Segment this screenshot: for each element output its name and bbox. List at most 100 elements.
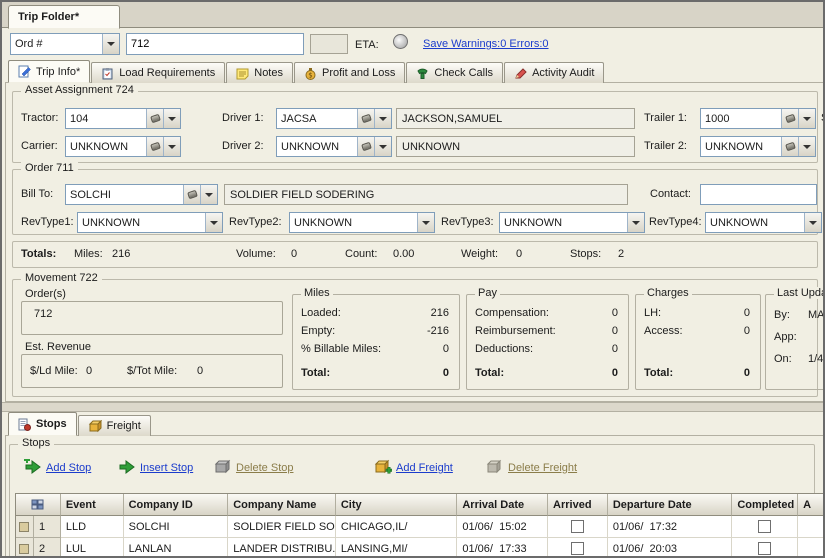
revtype4-combo[interactable]: UNKNOWN	[705, 212, 822, 233]
cell-company-id[interactable]: LANLAN	[124, 538, 229, 558]
order-number-input[interactable]	[126, 33, 304, 55]
completed-checkbox[interactable]	[758, 520, 771, 533]
last-update-panel: Last Update By: MATT App: On: 1/4/20	[765, 294, 825, 390]
col-header-completed[interactable]: Completed	[732, 494, 798, 516]
add-freight-link[interactable]: Add Freight	[396, 462, 453, 474]
row-selector-header[interactable]	[16, 494, 61, 516]
dropdown-arrow-icon[interactable]	[200, 185, 217, 204]
tractor-combo[interactable]: 104	[65, 108, 181, 129]
cell-departure-date[interactable]: 01/06/ 20:03	[608, 538, 733, 558]
trailer2-combo[interactable]: UNKNOWN	[700, 136, 816, 157]
row-label: Empty:	[301, 325, 335, 337]
cell-clipped[interactable]	[798, 538, 825, 558]
lookup-icon[interactable]	[146, 137, 163, 156]
col-header-city[interactable]: City	[336, 494, 458, 516]
lookup-icon[interactable]	[357, 109, 374, 128]
tab-load-requirements[interactable]: Load Requirements	[91, 62, 225, 83]
delete-stop-link[interactable]: Delete Stop	[236, 462, 293, 474]
tab-trip-info[interactable]: Trip Info*	[8, 60, 90, 83]
delete-freight-link[interactable]: Delete Freight	[508, 462, 577, 474]
cell-company-name[interactable]: SOLDIER FIELD SO...	[228, 516, 336, 538]
cell-event[interactable]: LUL	[61, 538, 124, 558]
dropdown-arrow-icon[interactable]	[798, 109, 815, 128]
doc-tab-trip-folder[interactable]: Trip Folder*	[8, 5, 120, 29]
row-number[interactable]: 2	[34, 538, 61, 558]
totals-label: Totals:	[21, 248, 56, 260]
save-warnings-link[interactable]: Save Warnings:0 Errors:0	[423, 38, 549, 50]
dropdown-arrow-icon[interactable]	[374, 137, 391, 156]
group-title: Asset Assignment 724	[21, 84, 138, 96]
panel-title: Miles	[301, 287, 333, 299]
row-indicator[interactable]	[16, 538, 34, 558]
lookup-icon[interactable]	[781, 109, 798, 128]
cell-city[interactable]: CHICAGO,IL/	[336, 516, 458, 538]
stop-row[interactable]: 2 LUL LANLAN LANDER DISTRIBU... LANSING,…	[16, 538, 825, 558]
cell-event[interactable]: LLD	[61, 516, 124, 538]
dropdown-arrow-icon[interactable]	[205, 213, 222, 232]
col-header-event[interactable]: Event	[61, 494, 124, 516]
contact-input[interactable]	[700, 184, 817, 205]
revtype2-combo[interactable]: UNKNOWN	[289, 212, 435, 233]
col-header-departure-date[interactable]: Departure Date	[608, 494, 733, 516]
dropdown-arrow-icon[interactable]	[417, 213, 434, 232]
stop-marker-icon	[19, 544, 29, 554]
completed-checkbox[interactable]	[758, 542, 771, 555]
stop-row[interactable]: 1 LLD SOLCHI SOLDIER FIELD SO... CHICAGO…	[16, 516, 825, 538]
revtype1-combo[interactable]: UNKNOWN	[77, 212, 223, 233]
col-header-company-id[interactable]: Company ID	[124, 494, 229, 516]
lookup-icon[interactable]	[781, 137, 798, 156]
cell-company-name[interactable]: LANDER DISTRIBU...	[228, 538, 336, 558]
dropdown-arrow-icon[interactable]	[102, 34, 119, 54]
totals-panel: Totals: Miles: 216 Volume: 0 Count: 0.00…	[12, 241, 818, 268]
trailer1-combo[interactable]: 1000	[700, 108, 816, 129]
arrived-checkbox[interactable]	[571, 520, 584, 533]
totals-weight-value: 0	[516, 248, 522, 260]
row-value: -216	[427, 325, 449, 337]
add-stop-link[interactable]: Add Stop	[46, 462, 91, 474]
col-header-arrived[interactable]: Arrived	[548, 494, 608, 516]
cell-company-id[interactable]: SOLCHI	[124, 516, 229, 538]
col-header-clipped[interactable]: A	[798, 494, 825, 516]
row-indicator[interactable]	[16, 516, 34, 538]
revtype3-label: RevType3:	[441, 216, 494, 228]
group-title: Order 711	[21, 162, 78, 174]
dropdown-arrow-icon[interactable]	[627, 213, 644, 232]
row-number[interactable]: 1	[34, 516, 61, 538]
dropdown-arrow-icon[interactable]	[163, 109, 180, 128]
revtype3-combo[interactable]: UNKNOWN	[499, 212, 645, 233]
lookup-icon[interactable]	[357, 137, 374, 156]
dropdown-arrow-icon[interactable]	[163, 137, 180, 156]
dropdown-arrow-icon[interactable]	[804, 213, 821, 232]
cell-arrival-date[interactable]: 01/06/ 15:02	[457, 516, 548, 538]
driver2-name: UNKNOWN	[402, 141, 460, 153]
col-header-arrival-date[interactable]: Arrival Date	[457, 494, 548, 516]
tab-activity-audit[interactable]: Activity Audit	[504, 62, 604, 83]
tab-profit-and-loss[interactable]: $ Profit and Loss	[294, 62, 405, 83]
lookup-icon[interactable]	[183, 185, 200, 204]
carrier-combo[interactable]: UNKNOWN	[65, 136, 181, 157]
order-number-combo[interactable]: Ord #	[10, 33, 120, 55]
insert-stop-link[interactable]: Insert Stop	[140, 462, 193, 474]
carrier-label: Carrier:	[21, 140, 58, 152]
driver1-combo[interactable]: JACSA	[276, 108, 392, 129]
dropdown-arrow-icon[interactable]	[374, 109, 391, 128]
cell-departure-date[interactable]: 01/06/ 17:32	[608, 516, 733, 538]
tab-notes[interactable]: Notes	[226, 62, 293, 83]
dropdown-arrow-icon[interactable]	[798, 137, 815, 156]
splitter-handle[interactable]	[2, 402, 823, 412]
arrived-checkbox[interactable]	[571, 542, 584, 555]
driver2-combo[interactable]: UNKNOWN	[276, 136, 392, 157]
row-label: % Billable Miles:	[301, 343, 381, 355]
cell-city[interactable]: LANSING,MI/	[336, 538, 458, 558]
tab-check-calls[interactable]: Check Calls	[406, 62, 503, 83]
col-header-company-name[interactable]: Company Name	[228, 494, 336, 516]
add-freight-icon	[374, 459, 392, 478]
cell-clipped[interactable]	[798, 516, 825, 538]
gold-cube-icon	[88, 420, 102, 433]
tab-freight[interactable]: Freight	[78, 415, 151, 436]
billto-combo[interactable]: SOLCHI	[65, 184, 218, 205]
lookup-icon[interactable]	[146, 109, 163, 128]
tab-stops[interactable]: Stops	[8, 412, 77, 436]
cell-arrival-date[interactable]: 01/06/ 17:33	[457, 538, 548, 558]
orders-box: 712	[21, 301, 283, 335]
